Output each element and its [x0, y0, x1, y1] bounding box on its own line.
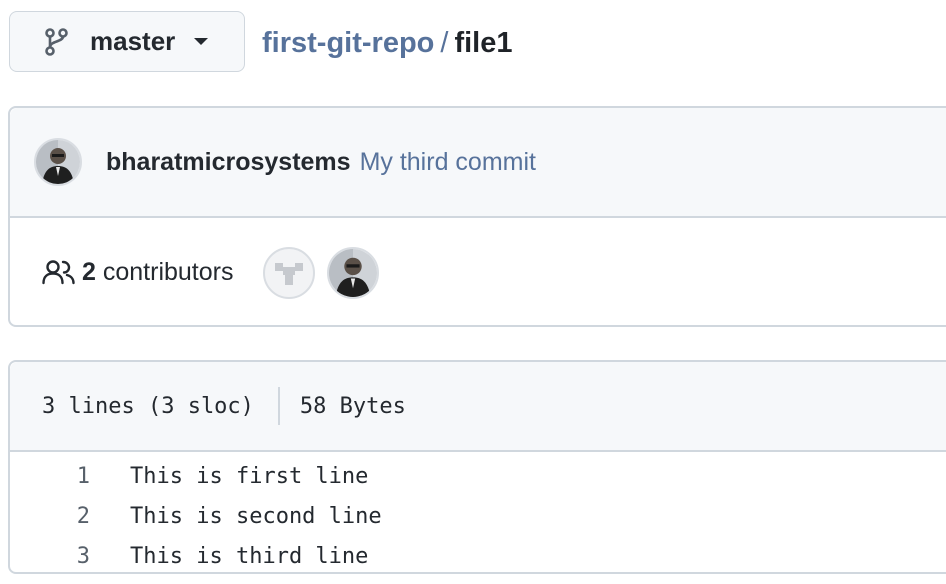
file-line-count: 3 lines (3 sloc)	[42, 393, 254, 419]
line-number[interactable]: 3	[10, 544, 90, 569]
branch-name: master	[90, 26, 176, 56]
code-line: 1 This is first line	[10, 456, 946, 496]
contributors-row: 2 contributors	[10, 218, 946, 327]
breadcrumb-separator: /	[440, 27, 449, 59]
author-avatar[interactable]	[34, 138, 82, 186]
file-header: 3 lines (3 sloc) 58 Bytes	[10, 362, 946, 452]
header-divider	[277, 387, 280, 425]
branch-select-button[interactable]: master	[9, 11, 245, 72]
line-content: This is third line	[130, 543, 369, 569]
commit-info-box: bharatmicrosystems My third commit 2 con…	[8, 106, 946, 327]
line-number[interactable]: 2	[10, 504, 90, 529]
commit-message[interactable]: My third commit	[360, 148, 536, 177]
people-icon	[42, 258, 76, 288]
contributors-link[interactable]: 2 contributors	[82, 258, 233, 287]
contributor-avatar[interactable]	[327, 246, 380, 299]
code-line: 2 This is second line	[10, 496, 946, 536]
repo-link[interactable]: first-git-repo	[262, 27, 434, 59]
contributors-count: 2	[82, 258, 96, 286]
line-number[interactable]: 1	[10, 464, 90, 489]
git-branch-icon	[44, 27, 70, 57]
code-view: 1 This is first line 2 This is second li…	[10, 452, 946, 576]
breadcrumb: first-git-repo / file1	[262, 24, 512, 62]
file-name: file1	[454, 27, 513, 59]
latest-commit-row: bharatmicrosystems My third commit	[10, 108, 946, 218]
contributors-label: contributors	[102, 258, 234, 286]
line-content: This is first line	[130, 463, 369, 489]
code-line: 3 This is third line	[10, 536, 946, 576]
caret-down-icon	[193, 37, 209, 47]
file-size: 58 Bytes	[299, 393, 406, 419]
line-content: This is second line	[130, 503, 382, 529]
commit-author[interactable]: bharatmicrosystems	[106, 148, 351, 177]
file-viewer: 3 lines (3 sloc) 58 Bytes 1 This is firs…	[8, 360, 946, 574]
contributor-avatars	[263, 246, 380, 299]
contributor-avatar[interactable]	[263, 246, 316, 299]
